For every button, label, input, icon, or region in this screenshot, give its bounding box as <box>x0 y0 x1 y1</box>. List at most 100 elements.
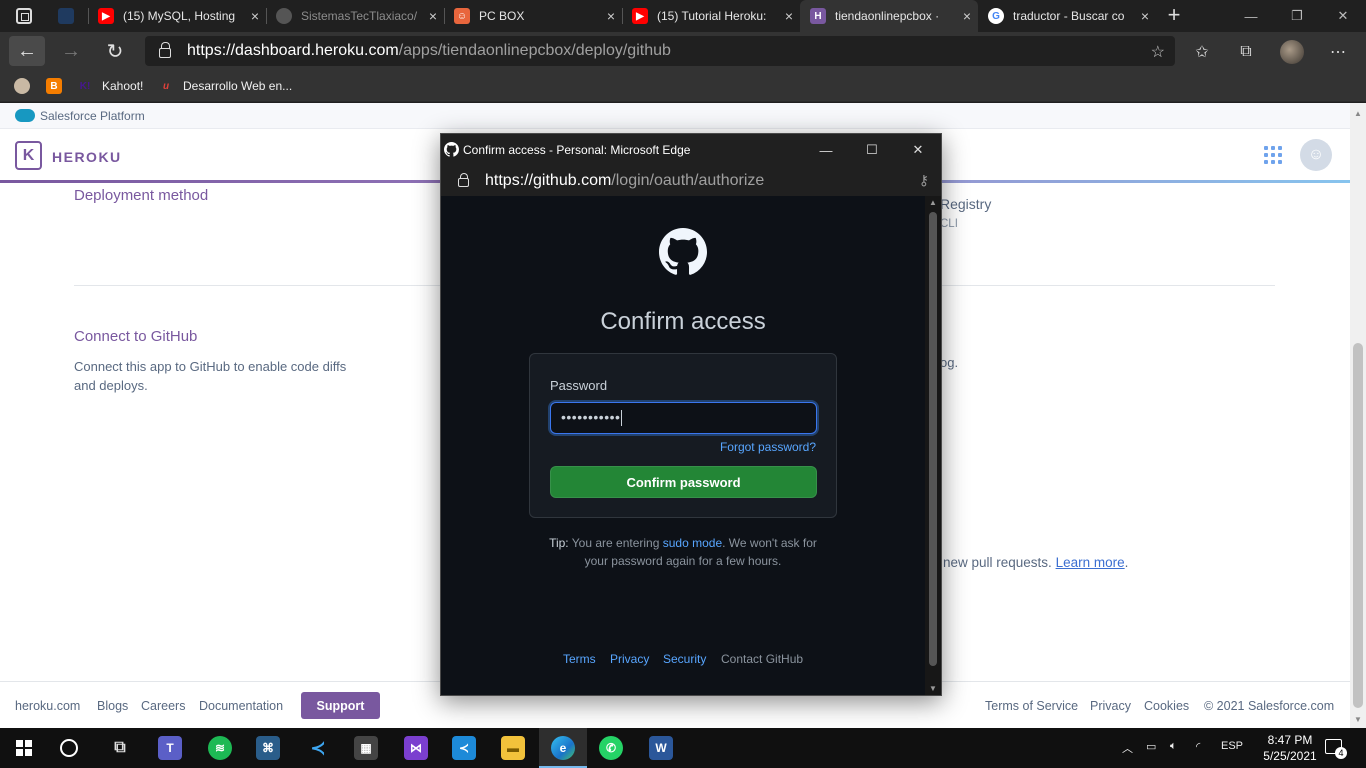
footer-link-careers[interactable]: Careers <box>141 699 185 713</box>
address-bar[interactable]: https://dashboard.heroku.com/apps/tienda… <box>145 36 1175 66</box>
more-menu-icon[interactable]: ⋯ <box>1326 40 1350 64</box>
tab-pinned[interactable] <box>48 0 88 32</box>
close-icon[interactable]: × <box>778 8 800 24</box>
tab-tiendaonlinepcbox[interactable]: H tiendaonlinepcbox · × <box>800 0 978 32</box>
footer-link-heroku[interactable]: heroku.com <box>15 699 80 713</box>
footer-link-documentation[interactable]: Documentation <box>199 699 283 713</box>
profile-avatar[interactable] <box>1280 40 1304 64</box>
close-icon[interactable]: × <box>422 8 444 24</box>
tab-mysql-hosting[interactable]: ▶ (15) MySQL, Hosting × <box>88 0 266 32</box>
cli-label: CLI <box>940 218 958 230</box>
right-fragment-text: og. <box>940 355 959 370</box>
close-icon[interactable]: × <box>244 8 266 24</box>
minimize-button[interactable]: — <box>1228 0 1274 32</box>
search-icon[interactable] <box>60 739 78 757</box>
browser-toolbar: ← → ↻ https://dashboard.heroku.com/apps/… <box>0 32 1366 70</box>
password-input[interactable]: ••••••••••• <box>550 402 817 434</box>
wifi-icon[interactable]: ◜ <box>1196 740 1200 753</box>
heroku-logo-icon[interactable]: K <box>15 141 42 170</box>
sudo-mode-link[interactable]: sudo mode <box>663 536 722 550</box>
spotify-icon[interactable]: ≋ <box>208 736 232 760</box>
password-label: Password <box>550 378 608 393</box>
browser-tab-bar: ▶ (15) MySQL, Hosting × SistemasTecTlaxi… <box>0 0 1366 32</box>
tab-sistemastec-github[interactable]: SistemasTecTlaxiaco/ × <box>266 0 444 32</box>
tab-actions-icon[interactable] <box>16 8 32 24</box>
close-icon[interactable]: × <box>1134 8 1156 24</box>
store-icon[interactable]: ▦ <box>354 736 378 760</box>
popup-close-button[interactable]: ✕ <box>895 134 941 166</box>
youtube-icon: ▶ <box>632 8 648 24</box>
footer-contact-link[interactable]: Contact GitHub <box>721 652 803 666</box>
new-tab-button[interactable]: + <box>1162 4 1186 28</box>
bookmark-blogger[interactable]: B <box>46 77 71 95</box>
system-clock[interactable]: 8:47 PM 5/25/2021 <box>1260 732 1320 764</box>
github-icon <box>444 142 459 157</box>
word-icon[interactable]: W <box>649 736 673 760</box>
confirm-password-button[interactable]: Confirm password <box>550 466 817 498</box>
footer-link-privacy[interactable]: Privacy <box>1090 699 1131 713</box>
key-icon[interactable]: ⚷ <box>919 172 929 189</box>
tab-pc-box[interactable]: ☺ PC BOX × <box>444 0 622 32</box>
teams-icon[interactable]: T <box>158 736 182 760</box>
tab-traductor-google[interactable]: G traductor - Buscar co × <box>978 0 1156 32</box>
battery-icon[interactable]: ▭ <box>1146 740 1156 753</box>
popup-scrollbar-thumb[interactable] <box>929 212 937 666</box>
scroll-down-icon[interactable]: ▼ <box>929 684 937 693</box>
scrollbar-thumb[interactable] <box>1353 343 1363 708</box>
visual-studio-icon[interactable]: ⋈ <box>404 736 428 760</box>
popup-scrollbar[interactable]: ▲ ▼ <box>925 196 941 695</box>
footer-link-blogs[interactable]: Blogs <box>97 699 128 713</box>
popup-minimize-button[interactable]: — <box>803 134 849 166</box>
support-button[interactable]: Support <box>301 692 380 719</box>
apps-grid-icon[interactable] <box>1264 146 1282 164</box>
page-scrollbar[interactable]: ▲ ▼ <box>1350 103 1366 728</box>
connect-github-title: Connect to GitHub <box>74 328 198 345</box>
footer-privacy-link[interactable]: Privacy <box>610 652 649 666</box>
close-icon[interactable]: × <box>956 8 978 24</box>
close-window-button[interactable]: ✕ <box>1320 0 1366 32</box>
user-avatar[interactable]: ☺ <box>1300 139 1332 171</box>
tab-tutorial-heroku[interactable]: ▶ (15) Tutorial Heroku: × <box>622 0 800 32</box>
github-logo-icon[interactable] <box>659 228 707 276</box>
popup-maximize-button[interactable]: ☐ <box>849 134 895 166</box>
scroll-up-icon[interactable]: ▲ <box>929 198 937 207</box>
mysql-workbench-icon[interactable]: ⌘ <box>256 736 280 760</box>
bookmark-avatar[interactable] <box>14 77 39 95</box>
edge-icon[interactable]: e <box>551 736 575 760</box>
heroku-wordmark[interactable]: HEROKU <box>52 149 122 165</box>
lock-icon <box>159 42 171 58</box>
favorites-icon[interactable]: ✩ <box>1190 40 1214 64</box>
language-indicator[interactable]: ESP <box>1221 740 1243 752</box>
footer-security-link[interactable]: Security <box>663 652 706 666</box>
registry-label[interactable]: Registry <box>940 195 991 214</box>
scroll-up-icon[interactable]: ▲ <box>1354 109 1362 118</box>
bookmark-kahoot[interactable]: K! Kahoot! <box>77 77 144 95</box>
vs-code-icon[interactable]: ≺ <box>452 736 476 760</box>
task-view-icon[interactable]: ⧉ <box>108 736 132 760</box>
whatsapp-icon[interactable]: ✆ <box>599 736 623 760</box>
scroll-down-icon[interactable]: ▼ <box>1354 715 1362 724</box>
forward-button[interactable]: → <box>53 36 89 66</box>
heroku-icon: H <box>810 8 826 24</box>
footer-link-cookies[interactable]: Cookies <box>1144 699 1189 713</box>
chevron-up-icon[interactable]: ︿ <box>1122 740 1133 756</box>
close-icon[interactable]: × <box>600 8 622 24</box>
restore-button[interactable]: ❐ <box>1274 0 1320 32</box>
footer-terms-link[interactable]: Terms <box>563 652 596 666</box>
bookmark-desarrollo-web[interactable]: u Desarrollo Web en... <box>158 77 292 95</box>
youtube-icon: ▶ <box>98 8 114 24</box>
back-button[interactable]: ← <box>9 36 45 66</box>
file-explorer-icon[interactable]: ▬ <box>501 736 525 760</box>
forgot-password-link[interactable]: Forgot password? <box>720 440 816 454</box>
add-favorite-icon[interactable]: ☆ <box>1151 42 1165 62</box>
collections-icon[interactable]: ⧉ <box>1234 40 1258 64</box>
notification-center-icon[interactable]: 4 <box>1325 739 1347 759</box>
vs-code-insiders-icon[interactable]: ≺ <box>306 736 330 760</box>
footer-link-terms[interactable]: Terms of Service <box>985 699 1078 713</box>
reload-button[interactable]: ↻ <box>97 36 133 66</box>
sudo-mode-tip: Tip: You are entering sudo mode. We won'… <box>549 536 817 568</box>
password-form-box: Password ••••••••••• Forgot password? Co… <box>529 353 837 518</box>
learn-more-link[interactable]: Learn more <box>1056 555 1125 570</box>
start-button[interactable] <box>16 740 32 756</box>
volume-icon[interactable]: 🔈︎ <box>1170 740 1177 753</box>
